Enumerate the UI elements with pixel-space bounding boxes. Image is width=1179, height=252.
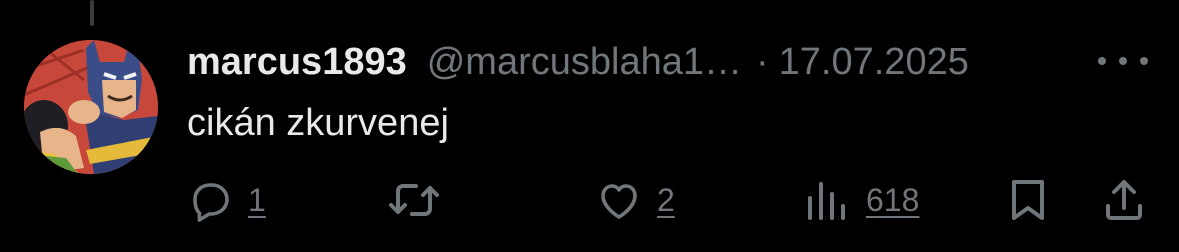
avatar[interactable] [24,40,158,174]
retweet-button[interactable] [386,176,442,224]
post-header: marcus1893 @marcusblaha1… · 17.07.2025 [187,36,969,88]
reply-bubble-icon [193,183,229,222]
bookmark-icon [1012,180,1044,220]
views-bar-chart-icon [808,182,845,220]
ellipsis-icon [1119,57,1127,65]
reply-button[interactable]: 1 [186,176,266,224]
post-date[interactable]: 17.07.2025 [779,36,969,88]
heart-icon [601,184,637,219]
comic-avatar-image [24,40,158,174]
thread-connector-line [90,0,94,26]
user-handle[interactable]: @marcusblaha1… [427,36,742,88]
post-text: cikán zkurvenej [187,102,449,144]
like-button[interactable]: 2 [595,176,675,224]
retweet-icon [389,184,439,216]
views-button[interactable]: 618 [804,176,919,224]
header-separator: · [756,41,769,83]
share-upload-icon [1106,180,1142,220]
share-button[interactable] [1100,176,1148,224]
views-count: 618 [866,181,920,218]
ellipsis-icon [1140,57,1148,65]
reply-count: 1 [248,181,266,218]
ellipsis-icon [1098,57,1106,65]
bookmark-button[interactable] [1006,176,1050,224]
more-options-button[interactable] [1098,48,1148,74]
like-count: 2 [657,181,675,218]
display-name[interactable]: marcus1893 [187,36,407,88]
